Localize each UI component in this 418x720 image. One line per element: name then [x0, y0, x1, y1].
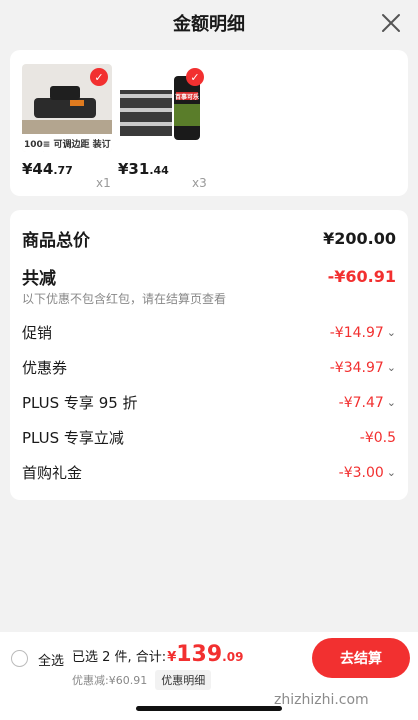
- chevron-down-icon[interactable]: ⌄: [387, 396, 396, 409]
- pepsi-product-image[interactable]: 百事可乐 ✓: [118, 64, 208, 152]
- plus-95-value: -¥7.47: [338, 394, 384, 411]
- total-discount-value: -¥60.91: [327, 267, 396, 286]
- home-indicator: [136, 706, 282, 711]
- selected-count-text: 已选 2 件, 合计:: [72, 650, 167, 665]
- stapler-product-image[interactable]: 100≡ 可调边距 装订不卡钉 ✓: [22, 64, 112, 152]
- total-summary: 已选 2 件, 合计: ¥ 139 .09: [72, 642, 244, 667]
- products-card: 100≡ 可调边距 装订不卡钉 ✓ ¥44.77 x1 百事可乐 ✓ ¥31.4…: [10, 50, 408, 196]
- total-price-label: 商品总价: [22, 231, 90, 251]
- plus-95-row[interactable]: PLUS 专享 95 折 -¥7.47 ⌄: [22, 392, 396, 413]
- total-discount-row: 共减 -¥60.91: [22, 264, 396, 289]
- total-discount-label: 共减: [22, 269, 56, 289]
- product-price: ¥31.44: [118, 160, 169, 178]
- close-icon[interactable]: [380, 12, 402, 34]
- select-all-radio[interactable]: [11, 650, 28, 667]
- total-amount: 139: [176, 642, 223, 667]
- product-qty: x1: [96, 176, 111, 190]
- image-caption: 百事可乐: [175, 94, 200, 101]
- chevron-down-icon[interactable]: ⌄: [387, 326, 396, 339]
- product-item[interactable]: 100≡ 可调边距 装订不卡钉 ✓ ¥44.77 x1: [22, 64, 114, 190]
- coupon-row[interactable]: 优惠券 -¥34.97 ⌄: [22, 357, 396, 378]
- selected-check-icon[interactable]: ✓: [186, 68, 204, 86]
- price-breakdown-card: 商品总价 ¥200.00 共减 -¥60.91 以下优惠不包含红包，请在结算页查…: [10, 210, 408, 500]
- discount-note: 以下优惠不包含红包，请在结算页查看: [22, 292, 227, 306]
- chevron-down-icon[interactable]: ⌄: [387, 361, 396, 374]
- promo-label: 促销: [22, 324, 53, 342]
- total-price-value: ¥200.00: [323, 229, 396, 248]
- selected-check-icon[interactable]: ✓: [90, 68, 108, 86]
- image-caption: 100≡ 可调边距 装订不卡钉: [24, 140, 111, 150]
- select-all-label[interactable]: 全选: [38, 650, 64, 669]
- chevron-down-icon[interactable]: ⌄: [387, 466, 396, 479]
- page-title: 金额明细: [173, 14, 245, 35]
- plus-cut-label: PLUS 专享立减: [22, 429, 124, 447]
- plus-cut-value: -¥0.5: [359, 429, 396, 446]
- first-buy-gift-label: 首购礼金: [22, 464, 83, 482]
- discount-detail-button[interactable]: 优惠明细: [155, 670, 212, 690]
- product-price: ¥44.77: [22, 160, 73, 178]
- promo-value: -¥14.97: [329, 324, 384, 341]
- first-buy-gift-row[interactable]: 首购礼金 -¥3.00 ⌄: [22, 462, 396, 483]
- checkout-button[interactable]: 去结算: [312, 638, 410, 678]
- product-qty: x3: [192, 176, 207, 190]
- product-item[interactable]: 百事可乐 ✓ ¥31.44 x3: [118, 64, 210, 190]
- header: 金额明细: [0, 0, 418, 46]
- coupon-label: 优惠券: [22, 359, 68, 377]
- first-buy-gift-value: -¥3.00: [338, 464, 384, 481]
- total-price-row: 商品总价 ¥200.00: [22, 226, 396, 251]
- plus-95-label: PLUS 专享 95 折: [22, 394, 138, 412]
- plus-cut-row: PLUS 专享立减 -¥0.5: [22, 427, 396, 448]
- promo-row[interactable]: 促销 -¥14.97 ⌄: [22, 322, 396, 343]
- coupon-value: -¥34.97: [329, 359, 384, 376]
- discount-summary: 优惠减:¥60.91 优惠明细: [72, 670, 212, 690]
